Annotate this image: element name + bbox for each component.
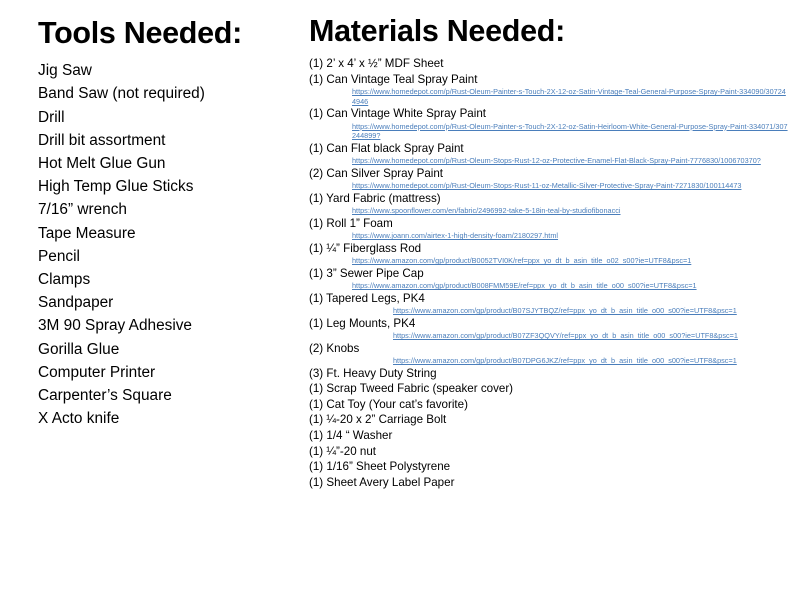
material-label: (1) Leg Mounts, PK4 xyxy=(309,316,416,330)
material-label: (1) 1/16” Sheet Polystyrene xyxy=(309,460,451,474)
material-label: (1) Can Flat black Spray Paint xyxy=(309,141,464,155)
material-item: (1) 2’ x 4’ x ½” MDF Sheet xyxy=(309,56,789,72)
tool-item: Band Saw (not required) xyxy=(38,85,205,103)
material-item: (1) 1/16” Sheet Polystyrene xyxy=(309,459,789,475)
material-link[interactable]: https://www.amazon.com/gp/product/B07DPG… xyxy=(393,356,789,365)
material-item: (2) Can Silver Spray Paint https://www.ho… xyxy=(309,166,789,191)
material-label: (1) ¼” Fiberglass Rod xyxy=(309,241,422,255)
material-item: (1) Leg Mounts, PK4 https://www.amazon.co… xyxy=(309,316,789,341)
material-label: (1) Scrap Tweed Fabric (speaker cover) xyxy=(309,382,514,396)
tool-item: Carpenter’s Square xyxy=(38,387,172,404)
tool-item: Computer Printer xyxy=(38,363,156,381)
tool-item: Clamps xyxy=(38,270,91,288)
material-label: (1) ¼-20 x 2” Carriage Bolt xyxy=(309,413,447,427)
material-item: (1) Can Flat black Spray Paint https://ww… xyxy=(309,141,789,166)
tools-list: Jig Saw Band Saw (not required) Drill Drill… xyxy=(38,59,306,430)
material-item: (1) 1/4 “ Washer xyxy=(309,428,789,444)
material-label: (1) 2’ x 4’ x ½” MDF Sheet xyxy=(309,57,444,71)
tools-column: Tools Needed: Jig Saw Band Saw (not requi… xyxy=(38,16,306,430)
material-link[interactable]: https://www.amazon.com/gp/product/B008FM… xyxy=(352,281,789,290)
material-link[interactable]: https://www.homedepot.com/p/Rust-Oleum-P… xyxy=(352,122,789,141)
material-link[interactable]: https://www.homedepot.com/p/Rust-Oleum-S… xyxy=(352,156,789,165)
material-label: (1) ¼”-20 nut xyxy=(309,444,377,458)
material-link[interactable]: https://www.amazon.com/gp/product/B0052T… xyxy=(352,256,789,265)
tool-item: 7/16” wrench xyxy=(38,201,127,219)
material-item: (1) Can Vintage Teal Spray Paint https://… xyxy=(309,72,789,106)
material-label: (3) Ft. Heavy Duty String xyxy=(309,366,437,380)
material-label: (1) Yard Fabric (mattress) xyxy=(309,191,441,205)
material-label: (2) Can Silver Spray Paint xyxy=(309,166,444,180)
material-label: (1) Sheet Avery Label Paper xyxy=(309,475,455,489)
material-item: (2) Knobs https://www.amazon.com/gp/produ… xyxy=(309,341,789,366)
material-link[interactable]: https://www.spoonflower.com/en/fabric/24… xyxy=(352,206,789,215)
material-item: (1) Sheet Avery Label Paper xyxy=(309,475,789,491)
tool-item: Sandpaper xyxy=(38,294,114,312)
materials-list: (1) 2’ x 4’ x ½” MDF Sheet (1) Can Vintag… xyxy=(309,56,789,490)
material-item: (1) ¼-20 x 2” Carriage Bolt xyxy=(309,412,789,428)
material-link[interactable]: https://www.homedepot.com/p/Rust-Oleum-S… xyxy=(352,181,789,190)
tools-heading: Tools Needed: xyxy=(38,16,242,50)
tool-item: X Acto knife xyxy=(38,410,120,428)
material-label: (1) 3” Sewer Pipe Cap xyxy=(309,266,424,280)
tool-item: Drill xyxy=(38,108,65,126)
tool-item: Hot Melt Glue Gun xyxy=(38,154,166,172)
material-label: (1) Roll 1” Foam xyxy=(309,216,393,230)
material-item: (1) 3” Sewer Pipe Cap https://www.amazon.… xyxy=(309,266,789,291)
material-item: (1) Tapered Legs, PK4 https://www.amazon.… xyxy=(309,291,789,316)
material-item: (1) Yard Fabric (mattress) https://www.sp… xyxy=(309,191,789,216)
tool-item: Pencil xyxy=(38,247,80,265)
material-link[interactable]: https://www.joann.com/airtex-1-high-dens… xyxy=(352,231,789,240)
material-link[interactable]: https://www.amazon.com/gp/product/B07ZF3… xyxy=(393,331,789,340)
material-label: (1) 1/4 “ Washer xyxy=(309,428,393,442)
material-link[interactable]: https://www.amazon.com/gp/product/B07SJY… xyxy=(393,306,789,315)
material-item: (1) Cat Toy (Your cat’s favorite) xyxy=(309,397,789,413)
material-label: (2) Knobs xyxy=(309,341,360,355)
material-label: (1) Tapered Legs, PK4 xyxy=(309,291,425,305)
material-item: (3) Ft. Heavy Duty String xyxy=(309,366,789,382)
tool-item: Drill bit assortment xyxy=(38,131,166,149)
material-label: (1) Can Vintage White Spray Paint xyxy=(309,107,487,121)
tool-item: Jig Saw xyxy=(38,62,92,80)
tool-item: 3M 90 Spray Adhesive xyxy=(38,317,192,335)
material-item: (1) ¼” Fiberglass Rod https://www.amazon.… xyxy=(309,241,789,266)
tool-item: Gorilla Glue xyxy=(38,340,120,358)
material-item: (1) Scrap Tweed Fabric (speaker cover) xyxy=(309,381,789,397)
materials-column: Materials Needed: (1) 2’ x 4’ x ½” MDF S… xyxy=(309,14,789,490)
materials-heading: Materials Needed: xyxy=(309,14,565,48)
tool-item: High Temp Glue Sticks xyxy=(38,178,194,196)
material-item: (1) ¼”-20 nut xyxy=(309,444,789,460)
material-label: (1) Cat Toy (Your cat’s favorite) xyxy=(309,397,468,411)
material-link[interactable]: https://www.homedepot.com/p/Rust-Oleum-P… xyxy=(352,87,789,106)
tool-item: Tape Measure xyxy=(38,224,136,242)
slide-canvas: Tools Needed: Jig Saw Band Saw (not requi… xyxy=(0,0,794,596)
material-item: (1) Can Vintage White Spray Paint https:/… xyxy=(309,106,789,140)
material-item: (1) Roll 1” Foam https://www.joann.com/ai… xyxy=(309,216,789,241)
material-label: (1) Can Vintage Teal Spray Paint xyxy=(309,72,478,86)
